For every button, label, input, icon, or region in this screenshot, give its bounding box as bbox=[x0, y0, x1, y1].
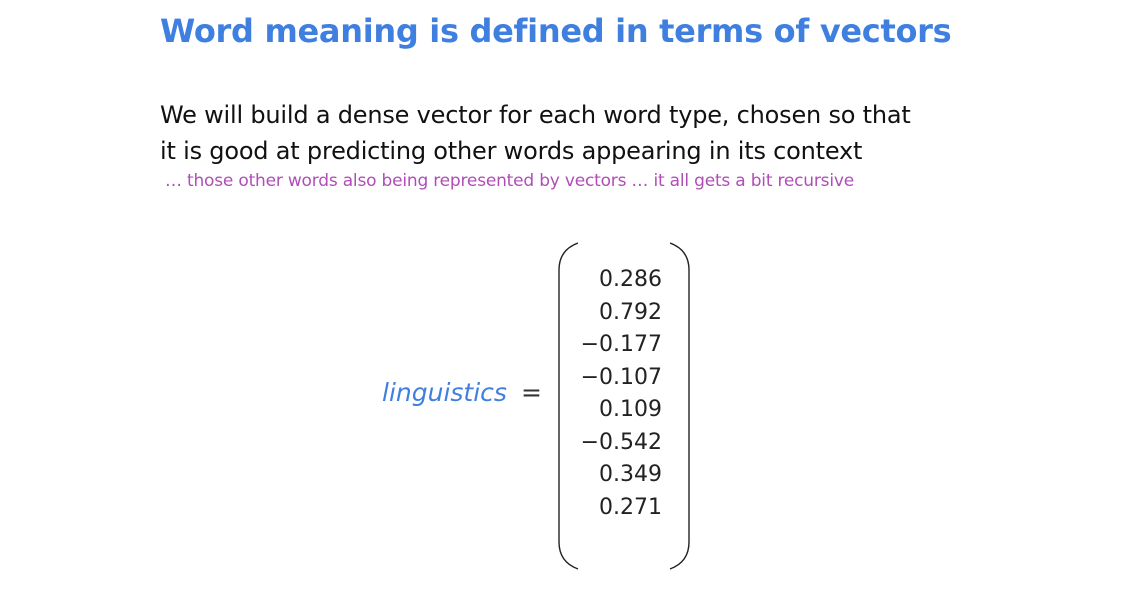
aside-note: … those other words also being represent… bbox=[165, 171, 854, 191]
slide-title: Word meaning is defined in terms of vect… bbox=[160, 12, 952, 50]
vector-values: 0.286 0.792 −0.177 −0.107 0.109 −0.542 0… bbox=[0, 266, 664, 526]
vector-value-4: −0.107 bbox=[580, 364, 662, 390]
body-line-1: We will build a dense vector for each wo… bbox=[160, 101, 911, 129]
vector-value-6: −0.542 bbox=[580, 429, 662, 455]
vector-value-2: 0.792 bbox=[599, 299, 662, 325]
vector-value-7: 0.349 bbox=[599, 462, 662, 487]
vector-value-3: −0.177 bbox=[580, 332, 662, 357]
vector-value-8: 0.271 bbox=[599, 494, 662, 520]
vector-value-1: 0.286 bbox=[599, 267, 662, 292]
vector-value-5: 0.109 bbox=[599, 397, 662, 422]
slide-body: We will build a dense vector for each wo… bbox=[160, 97, 911, 169]
body-line-2: it is good at predicting other words app… bbox=[160, 137, 863, 165]
